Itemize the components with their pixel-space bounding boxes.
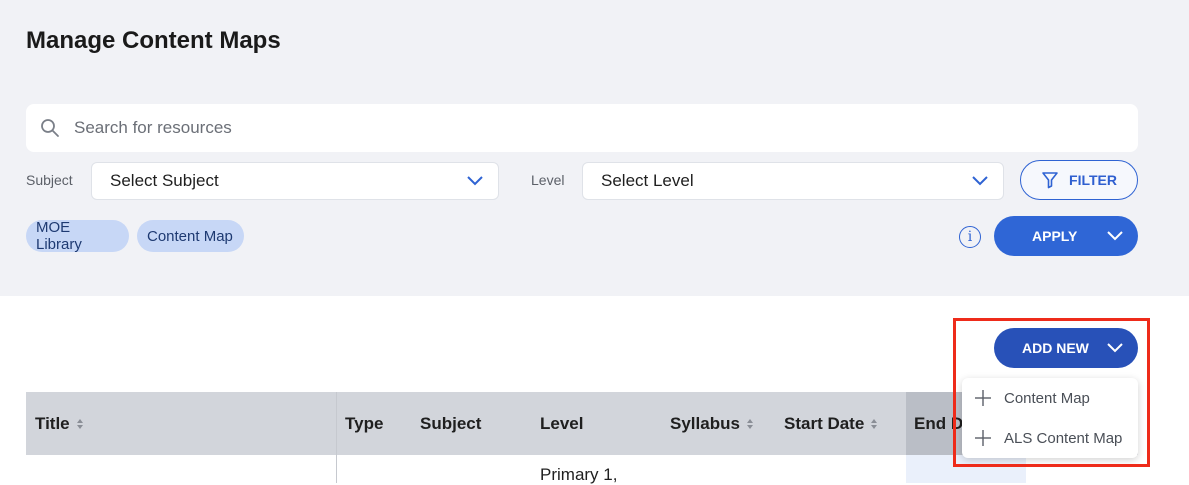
search-placeholder: Search for resources <box>74 118 232 137</box>
apply-button-label: APPLY <box>1032 228 1078 244</box>
sort-icon <box>746 418 753 429</box>
column-header-subject-label: Subject <box>420 413 482 433</box>
end-date-cell-bg <box>906 455 1026 483</box>
column-header-level: Level <box>540 392 583 455</box>
menu-item-label: ALS Content Map <box>1004 429 1123 447</box>
plus-icon <box>975 390 991 406</box>
column-header-type-label: Type <box>345 413 384 433</box>
column-header-syllabus-label: Syllabus <box>670 413 740 433</box>
column-header-type: Type <box>345 392 383 455</box>
level-select-value: Select Level <box>601 171 694 190</box>
chevron-down-icon <box>467 176 483 186</box>
sort-icon <box>871 418 878 429</box>
column-header-start-date-label: Start Date <box>784 413 865 433</box>
column-header-title[interactable]: Title <box>35 392 84 455</box>
level-select[interactable]: Select Level <box>582 162 1004 200</box>
column-header-start-date[interactable]: Start Date <box>784 392 878 455</box>
chevron-down-icon <box>1107 231 1123 241</box>
menu-item-label: Content Map <box>1004 389 1090 407</box>
column-header-syllabus[interactable]: Syllabus <box>670 392 754 455</box>
chip-content-map[interactable]: Content Map <box>137 220 244 252</box>
add-new-menu: Content Map ALS Content Map <box>962 378 1138 458</box>
column-header-level-label: Level <box>540 413 584 433</box>
add-new-button-label: ADD NEW <box>1022 340 1089 356</box>
menu-item-content-map[interactable]: Content Map <box>962 378 1138 418</box>
sort-icon <box>76 418 83 429</box>
plus-icon <box>975 430 991 446</box>
filter-button-label: FILTER <box>1069 172 1117 188</box>
filter-button[interactable]: FILTER <box>1020 160 1138 200</box>
subject-select[interactable]: Select Subject <box>91 162 499 200</box>
column-divider <box>336 392 337 483</box>
column-header-title-label: Title <box>35 413 70 433</box>
chevron-down-icon <box>972 176 988 186</box>
info-icon[interactable]: i <box>959 226 981 248</box>
search-input[interactable]: Search for resources <box>26 104 1138 152</box>
level-label: Level <box>531 172 565 188</box>
chip-label: MOE Library <box>36 219 82 253</box>
subject-select-value: Select Subject <box>110 171 219 190</box>
subject-label: Subject <box>26 172 73 188</box>
search-icon <box>41 119 59 137</box>
menu-item-als-content-map[interactable]: ALS Content Map <box>962 418 1138 458</box>
page-title: Manage Content Maps <box>26 27 281 54</box>
chip-moe-library[interactable]: MOE Library <box>26 219 129 253</box>
add-new-button[interactable]: ADD NEW <box>994 328 1138 368</box>
chip-label: Content Map <box>147 227 233 245</box>
column-header-subject: Subject <box>420 392 481 455</box>
chevron-down-icon <box>1107 343 1123 353</box>
table-cell-level: Primary 1, <box>540 465 618 484</box>
filter-icon <box>1042 172 1058 189</box>
apply-button[interactable]: APPLY <box>994 216 1138 256</box>
